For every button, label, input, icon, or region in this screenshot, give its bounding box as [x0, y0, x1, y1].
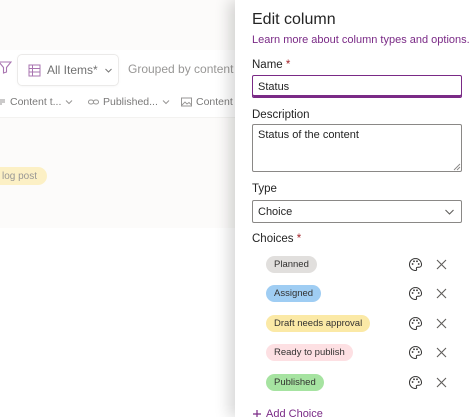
type-select[interactable]: Choice	[252, 200, 462, 223]
name-input[interactable]	[252, 75, 462, 98]
palette-icon[interactable]	[408, 286, 423, 301]
choice-row: Published	[252, 372, 462, 394]
close-icon[interactable]	[435, 376, 448, 389]
resize-grip-icon[interactable]	[453, 163, 461, 171]
required-marker: *	[285, 59, 291, 71]
choices-label-text: Choices	[252, 233, 294, 245]
required-marker: *	[296, 233, 302, 245]
name-label-text: Name	[252, 59, 283, 71]
type-label: Type	[252, 183, 277, 195]
choice-row: Ready to publish	[252, 342, 462, 364]
choice-row: Assigned	[252, 283, 462, 305]
close-icon[interactable]	[435, 287, 448, 300]
chevron-down-icon	[444, 206, 455, 217]
close-icon[interactable]	[435, 258, 448, 271]
choice-pill[interactable]: Assigned	[266, 285, 322, 302]
palette-icon[interactable]	[408, 345, 423, 360]
add-choice-button[interactable]: Add Choice	[252, 408, 323, 417]
type-select-value: Choice	[258, 205, 293, 218]
close-icon[interactable]	[435, 317, 448, 330]
name-label: Name *	[252, 59, 290, 71]
choice-row: Draft needs approval	[252, 313, 462, 335]
description-textarea[interactable]: Status of the content	[252, 124, 462, 172]
palette-icon[interactable]	[408, 375, 423, 390]
choice-pill[interactable]: Draft needs approval	[266, 315, 371, 332]
panel-title: Edit column	[252, 11, 336, 28]
learn-more-link[interactable]: Learn more about column types and option…	[252, 34, 470, 46]
plus-icon	[252, 409, 262, 417]
edit-column-panel: Edit column Learn more about column type…	[235, 0, 474, 417]
close-icon[interactable]	[435, 346, 448, 359]
choice-pill[interactable]: Planned	[266, 256, 317, 273]
choice-pill[interactable]: Ready to publish	[266, 344, 353, 361]
description-label: Description	[252, 109, 310, 121]
add-choice-label: Add Choice	[266, 408, 323, 417]
palette-icon[interactable]	[408, 257, 423, 272]
choice-pill[interactable]: Published	[266, 374, 324, 391]
stage: All Items* Grouped by content sta Conten…	[0, 0, 474, 417]
choices-label: Choices *	[252, 233, 301, 245]
palette-icon[interactable]	[408, 316, 423, 331]
choice-row: Planned	[252, 254, 462, 276]
